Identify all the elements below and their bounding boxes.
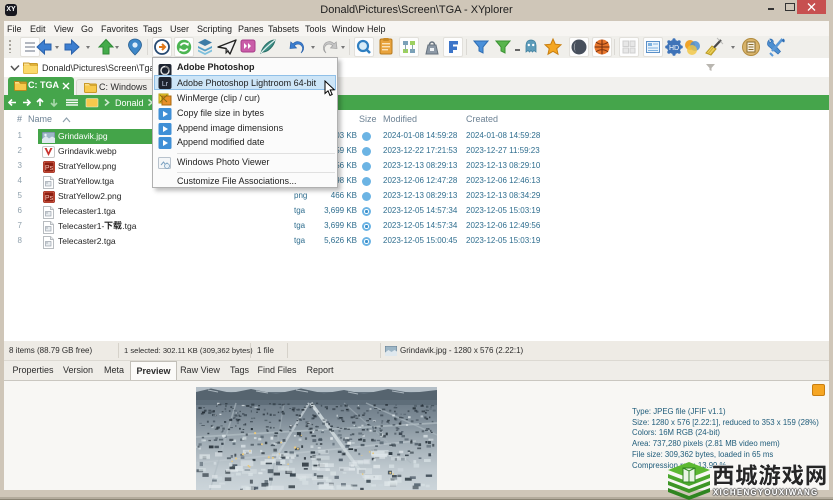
svg-text:HD: HD [669, 45, 679, 52]
svg-text:Ps: Ps [45, 195, 54, 202]
svg-text:Lr: Lr [162, 81, 169, 88]
svg-text:Ps: Ps [45, 165, 54, 172]
